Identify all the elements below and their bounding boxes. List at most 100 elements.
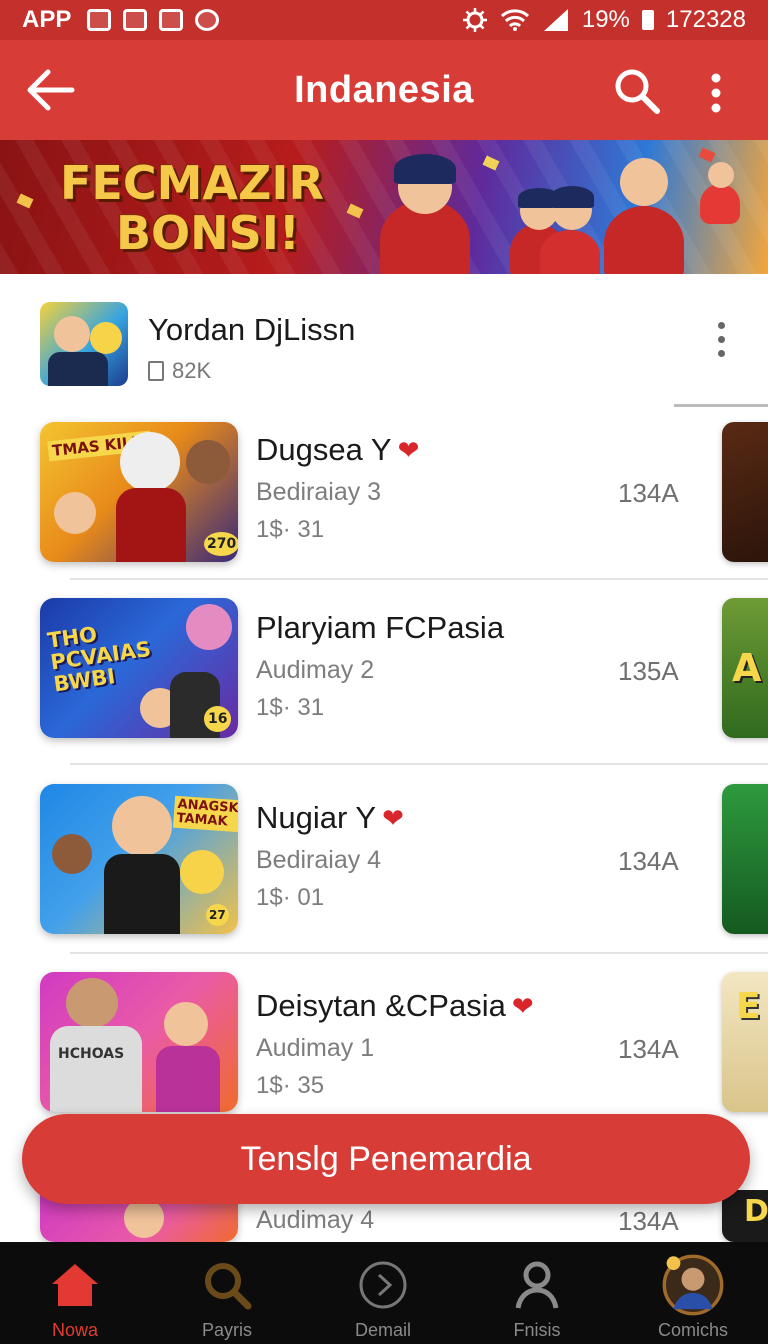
nav-label: Nowa <box>51 1320 99 1340</box>
list-item[interactable]: ANAGSK TAMAK 27 Nugiar Y ❤ Bediraiay 4 1… <box>0 784 768 944</box>
item-title-text: Plaryiam FCPasia <box>256 610 505 645</box>
next-card-peek[interactable] <box>722 422 768 562</box>
banner-character-player <box>540 186 600 274</box>
item-artwork: HCHOAS <box>40 972 238 1112</box>
download-box-icon <box>148 361 164 381</box>
thumbnail-body <box>48 352 108 386</box>
artwork-badge: 270 <box>204 532 238 556</box>
item-subtitle: Bediraiay 4 <box>256 846 382 874</box>
thumbnail-face <box>90 322 122 354</box>
next-card-peek[interactable]: E <box>722 972 768 1112</box>
nav-label: Fnisis <box>513 1320 561 1340</box>
more-vertical-icon <box>711 73 721 113</box>
item-artwork: ANAGSK TAMAK 27 <box>40 784 238 934</box>
list-item[interactable]: HCHOAS Deisytan &CPasia ❤ Audimay 1 1$· … <box>0 972 768 1132</box>
artwork-badge: 27 <box>206 904 229 926</box>
promo-banner[interactable]: FECMAZIR BONSI! <box>0 140 768 274</box>
item-artwork: THO PCVAIAS BWBI 16 <box>40 598 238 738</box>
item-price: 1$· 31 <box>256 694 325 721</box>
notification-no-image-icon <box>123 9 148 31</box>
featured-app-row[interactable]: Yordan DjLissn 82K <box>0 274 768 406</box>
search-icon <box>205 1263 252 1310</box>
primary-cta-button[interactable]: Tenslg Penemardia <box>22 1114 750 1204</box>
nav-item-home[interactable]: Nowa <box>0 1242 150 1344</box>
nav-label: Comichs <box>657 1320 728 1340</box>
battery-icon <box>641 10 654 30</box>
artwork-character <box>116 488 186 562</box>
item-price: 1$· 35 <box>256 1072 325 1099</box>
artwork-character <box>52 834 92 874</box>
brightness-icon <box>462 8 487 32</box>
item-title-text: Dugsea Y <box>256 432 392 467</box>
artwork-logo-text: HCHOAS <box>58 1046 125 1062</box>
next-card-peek[interactable]: D <box>722 1190 768 1242</box>
heart-icon: ❤ <box>382 802 404 833</box>
banner-character-head <box>708 162 734 188</box>
item-meta: 134A <box>618 846 679 876</box>
featured-app-name: Yordan DjLissn <box>148 312 356 347</box>
item-subtitle: Audimay 2 <box>256 656 375 684</box>
item-title: Dugsea Y ❤ <box>256 432 419 468</box>
nav-label: Demail <box>354 1320 411 1340</box>
featured-app-downloads: 82K <box>148 358 211 384</box>
artwork-character <box>104 854 180 934</box>
divider <box>70 578 768 580</box>
overflow-menu-button[interactable] <box>696 68 736 118</box>
featured-more-button[interactable] <box>706 320 736 360</box>
peek-card-text: D <box>744 1194 768 1229</box>
item-meta: 135A <box>618 656 679 686</box>
item-meta: 134A <box>618 1034 679 1064</box>
item-meta: 134A <box>618 478 679 508</box>
banner-character-player <box>380 154 470 274</box>
artwork-character <box>180 850 224 894</box>
banner-character-player <box>700 162 740 224</box>
status-app-label: APP <box>22 6 72 33</box>
divider <box>70 952 768 954</box>
item-meta: 134A <box>618 1206 679 1236</box>
list-item[interactable]: THO PCVAIAS BWBI 16 Plaryiam FCPasia Aud… <box>0 598 768 758</box>
nav-item-search[interactable]: Payris <box>152 1242 302 1344</box>
nav-item-play[interactable]: Demail <box>308 1242 458 1344</box>
artwork-character <box>186 604 232 650</box>
artwork-character <box>164 1002 208 1046</box>
peek-card-text: A <box>732 646 762 690</box>
battery-percent: 19% <box>581 6 630 33</box>
status-time: 172328 <box>665 6 746 33</box>
wifi-icon <box>500 9 529 31</box>
notification-mail-icon <box>159 9 184 31</box>
banner-promo-line2: BONSI! <box>116 206 300 260</box>
artwork-character <box>120 432 180 492</box>
signal-icon <box>543 9 568 31</box>
artwork-badge: 16 <box>204 706 232 732</box>
home-icon <box>52 1264 98 1306</box>
notification-image-icon <box>87 9 112 31</box>
item-subtitle: Audimay 4 <box>256 1206 375 1234</box>
person-icon <box>515 1261 559 1309</box>
search-button[interactable] <box>612 66 662 116</box>
nav-item-account[interactable]: Comichs <box>618 1242 768 1344</box>
heart-icon: ❤ <box>511 990 534 1021</box>
status-bar: APP 19% 172328 <box>0 0 768 40</box>
artwork-character <box>186 440 230 484</box>
item-subtitle: Bediraiay 3 <box>256 478 382 506</box>
next-card-peek[interactable] <box>722 784 768 934</box>
bottom-navigation: Nowa Payris Demail Fnisis Comichs <box>0 1242 768 1344</box>
artwork-logo-text: ANAGSK TAMAK <box>172 795 238 833</box>
item-artwork: TMAS KILLI 270 <box>40 422 238 562</box>
banner-promo-line1: FECMAZIR <box>60 156 324 210</box>
artwork-character <box>112 796 172 856</box>
banner-character-cap <box>394 154 456 184</box>
item-title-text: Deisytan &CPasia <box>256 988 506 1023</box>
avatar-icon <box>662 1254 724 1316</box>
banner-character-player <box>604 158 684 274</box>
thumbnail-face <box>54 316 90 352</box>
featured-app-download-count: 82K <box>172 358 212 383</box>
nav-item-profile[interactable]: Fnisis <box>462 1242 612 1344</box>
list-item[interactable]: TMAS KILLI 270 Dugsea Y ❤ Bediraiay 3 1$… <box>0 420 768 580</box>
banner-character-cap <box>550 186 594 208</box>
next-card-peek[interactable]: A <box>722 598 768 738</box>
divider <box>70 763 768 765</box>
item-subtitle: Audimay 1 <box>256 1034 375 1062</box>
divider <box>674 404 768 407</box>
heart-icon: ❤ <box>397 434 420 465</box>
